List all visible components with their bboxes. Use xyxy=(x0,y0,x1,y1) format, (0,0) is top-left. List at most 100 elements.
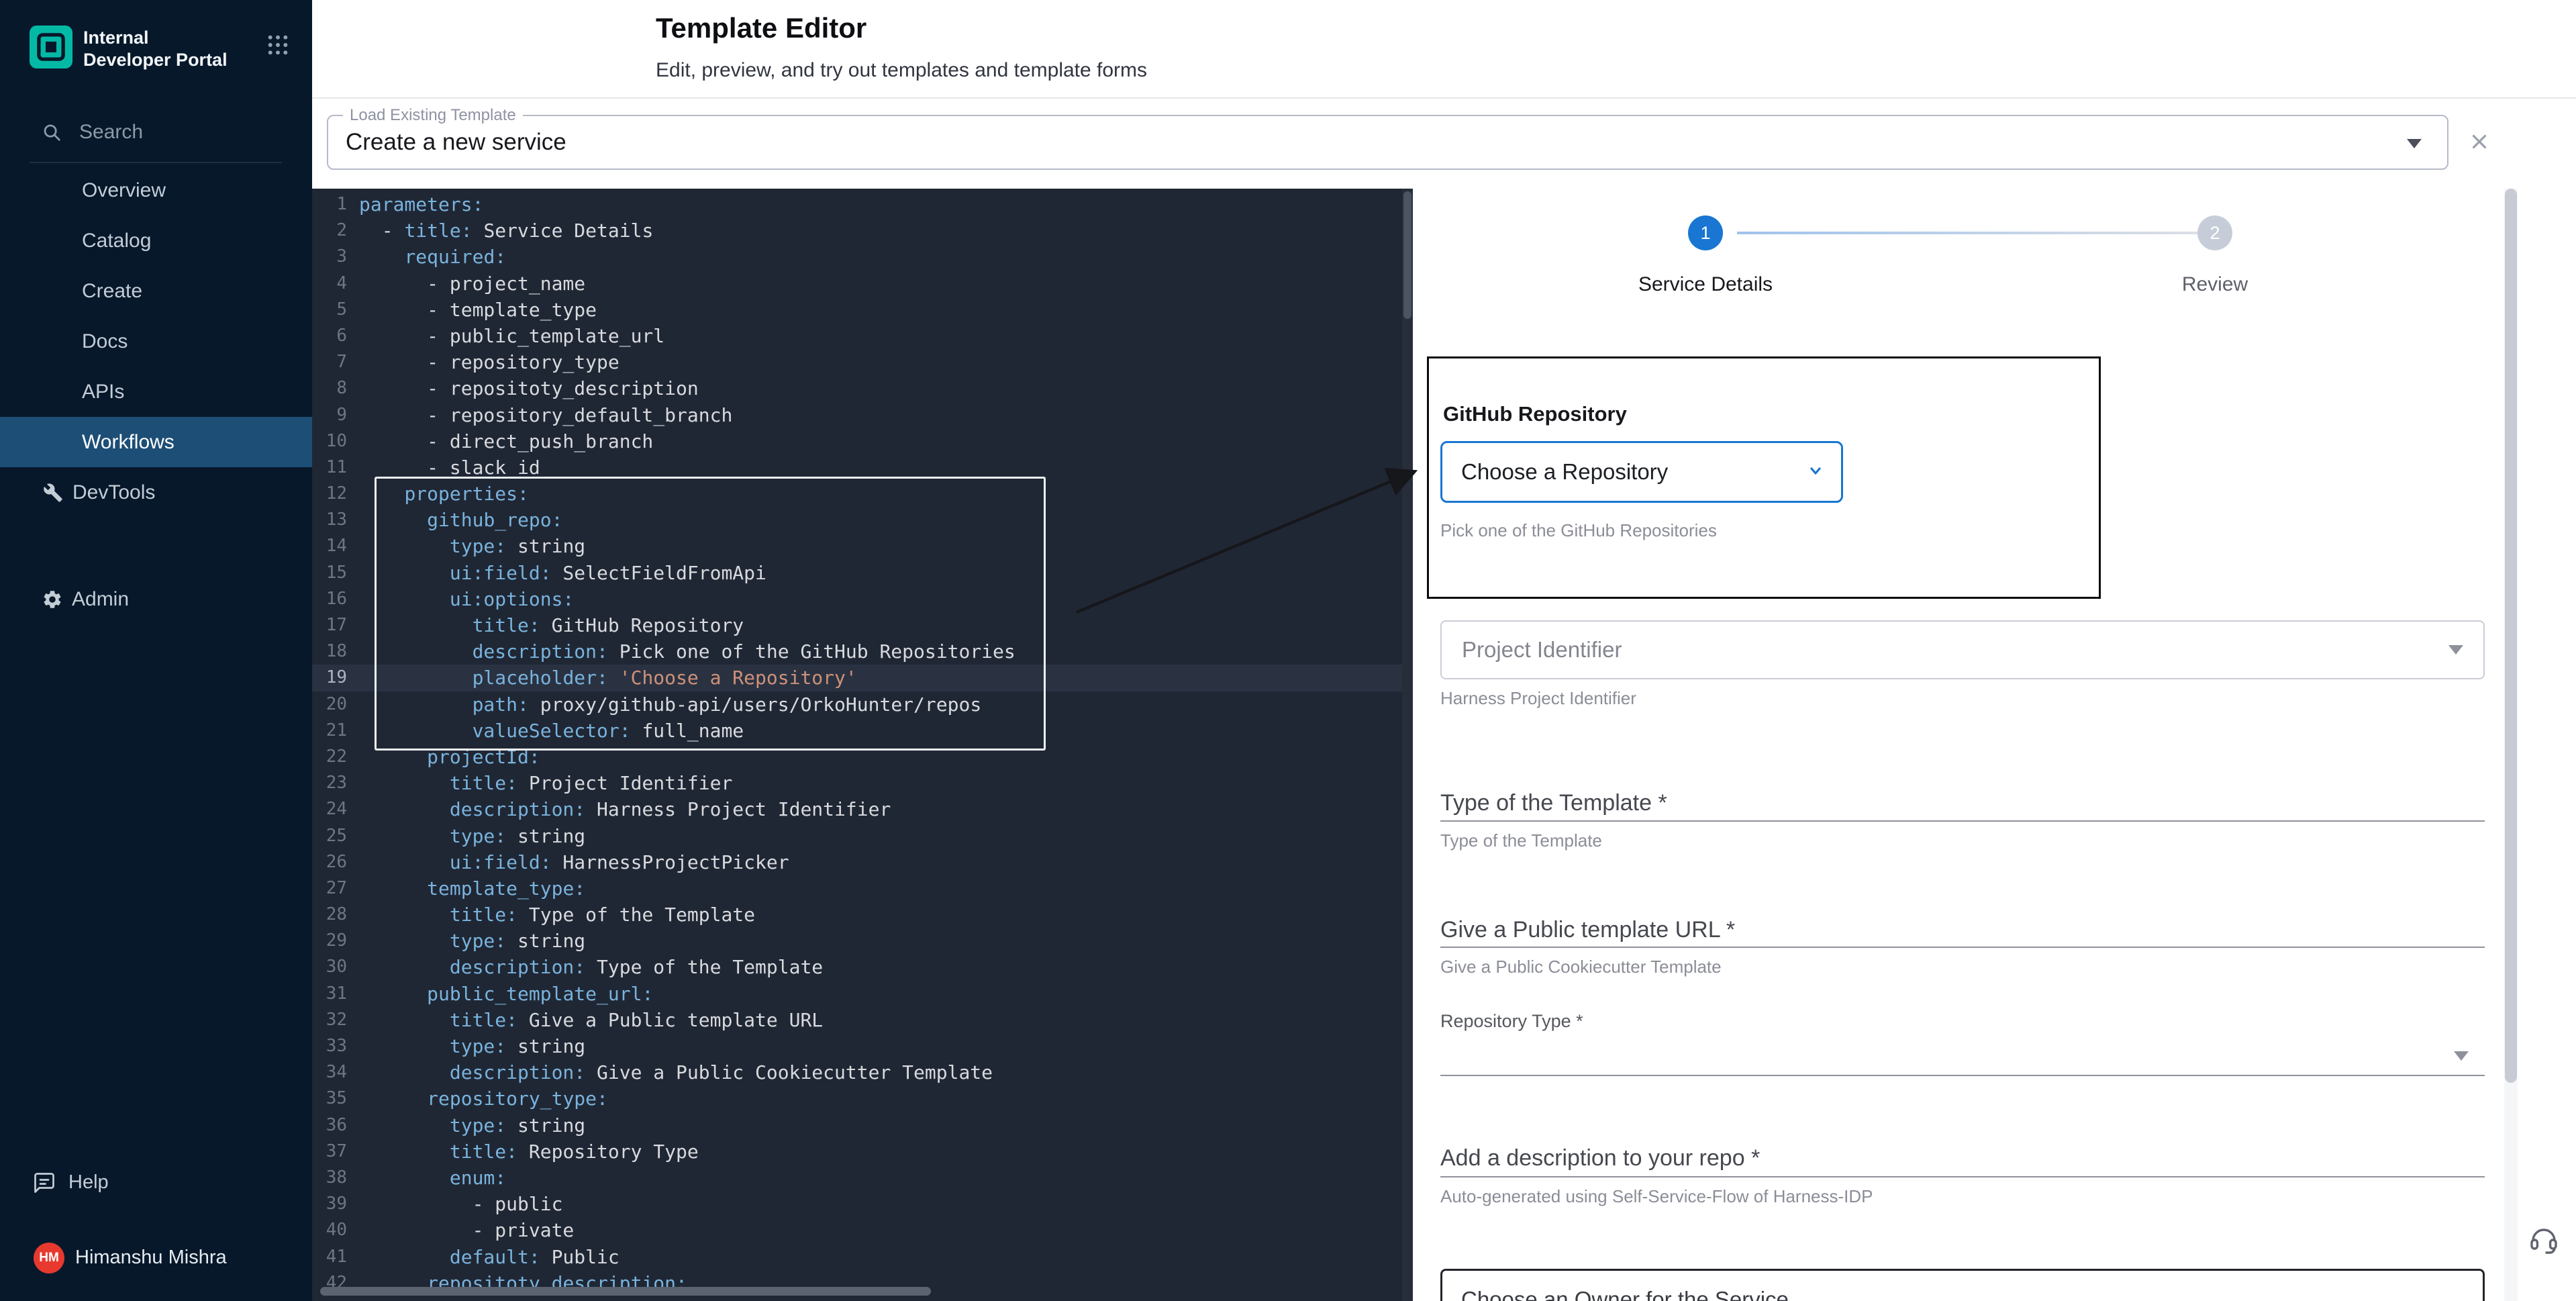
line-number: 2 xyxy=(312,218,347,244)
repo-description-helper: Auto-generated using Self-Service-Flow o… xyxy=(1440,1186,1873,1207)
line-code: - repositoty_description xyxy=(347,375,699,401)
sidebar-item-catalog[interactable]: Catalog xyxy=(0,215,312,266)
load-template-select[interactable]: Load Existing Template Create a new serv… xyxy=(327,115,2448,170)
line-number: 26 xyxy=(312,849,347,875)
code-lines: 1parameters:2 - title: Service Details3 … xyxy=(312,189,1402,1301)
stepper-connector xyxy=(1737,232,2199,234)
sidebar-search[interactable]: Search xyxy=(0,112,312,152)
line-number: 18 xyxy=(312,638,347,665)
close-icon[interactable] xyxy=(2467,130,2491,157)
line-code: title: Give a Public template URL xyxy=(347,1007,823,1033)
help-label: Help xyxy=(68,1171,109,1194)
code-line: 22 projectId: xyxy=(312,744,1402,770)
headset-icon[interactable] xyxy=(2528,1223,2560,1259)
avatar: HM xyxy=(34,1243,64,1273)
line-code: valueSelector: full_name xyxy=(347,718,744,744)
code-line: 37 title: Repository Type xyxy=(312,1139,1402,1165)
step-2-indicator[interactable]: 2 xyxy=(2197,215,2232,250)
code-line: 18 description: Pick one of the GitHub R… xyxy=(312,638,1402,665)
code-line: 20 path: proxy/github-api/users/OrkoHunt… xyxy=(312,691,1402,718)
line-number: 6 xyxy=(312,323,347,349)
line-code: template_type: xyxy=(347,875,585,902)
line-code: repository_type: xyxy=(347,1086,608,1112)
code-line: 29 type: string xyxy=(312,928,1402,954)
line-code: title: Type of the Template xyxy=(347,902,755,928)
page-title: Template Editor xyxy=(656,12,866,44)
chevron-down-icon xyxy=(1805,460,1826,485)
apps-grid-icon[interactable] xyxy=(266,34,289,60)
sidebar-item-label: Overview xyxy=(82,179,166,202)
user-menu[interactable]: HM Himanshu Mishra xyxy=(0,1233,312,1283)
help-button[interactable]: Help xyxy=(0,1157,312,1208)
user-name: Himanshu Mishra xyxy=(75,1247,227,1269)
code-line: 30 description: Type of the Template xyxy=(312,954,1402,980)
sidebar-item-admin[interactable]: Admin xyxy=(0,574,312,624)
line-number: 35 xyxy=(312,1086,347,1112)
editor-vertical-scrollbar-thumb[interactable] xyxy=(1403,191,1411,319)
code-line: 16 ui:options: xyxy=(312,586,1402,612)
editor-vertical-scrollbar[interactable] xyxy=(1402,189,1413,1301)
sidebar-item-apis[interactable]: APIs xyxy=(0,367,312,417)
editor-horizontal-scrollbar-thumb[interactable] xyxy=(320,1287,931,1296)
harness-idp-logo-icon xyxy=(30,26,72,68)
repo-description-input[interactable] xyxy=(1440,1176,2485,1177)
github-repository-select[interactable]: Choose a Repository xyxy=(1440,441,1843,503)
line-code: path: proxy/github-api/users/OrkoHunter/… xyxy=(347,691,981,718)
line-number: 4 xyxy=(312,271,347,297)
line-number: 14 xyxy=(312,533,347,559)
repository-type-select[interactable] xyxy=(1440,1075,2485,1076)
form-preview: 1 2 Service Details Review GitHub Reposi… xyxy=(1413,189,2576,1301)
line-number: 39 xyxy=(312,1191,347,1217)
code-line: 14 type: string xyxy=(312,533,1402,559)
line-code: projectId: xyxy=(347,744,540,770)
sidebar-item-docs[interactable]: Docs xyxy=(0,316,312,367)
code-line: 24 description: Harness Project Identifi… xyxy=(312,796,1402,822)
code-line: 21 valueSelector: full_name xyxy=(312,718,1402,744)
line-code: title: GitHub Repository xyxy=(347,612,744,638)
code-line: 35 repository_type: xyxy=(312,1086,1402,1112)
sidebar: Internal Developer Portal Search Overvie… xyxy=(0,0,312,1301)
github-repository-helper: Pick one of the GitHub Repositories xyxy=(1440,520,1717,541)
template-type-label: Type of the Template * xyxy=(1440,790,1667,816)
sidebar-item-overview[interactable]: Overview xyxy=(0,165,312,215)
line-number: 25 xyxy=(312,823,347,849)
line-code: placeholder: 'Choose a Repository' xyxy=(347,665,857,691)
app-title: Internal Developer Portal xyxy=(83,27,239,71)
template-type-helper: Type of the Template xyxy=(1440,830,1602,851)
public-template-url-label: Give a Public template URL * xyxy=(1440,917,1735,943)
sidebar-item-workflows[interactable]: Workflows xyxy=(0,417,312,467)
page-scrollbar-thumb[interactable] xyxy=(2505,189,2517,1083)
page-scrollbar[interactable] xyxy=(2504,189,2518,1301)
line-code: - slack_id xyxy=(347,454,540,481)
owner-select[interactable]: Choose an Owner for the Service xyxy=(1440,1269,2485,1301)
line-number: 29 xyxy=(312,928,347,954)
line-code: parameters: xyxy=(347,191,483,218)
code-line: 32 title: Give a Public template URL xyxy=(312,1007,1402,1033)
line-number: 24 xyxy=(312,796,347,822)
public-template-url-input[interactable] xyxy=(1440,947,2485,948)
line-code: public_template_url: xyxy=(347,981,653,1007)
code-editor[interactable]: 1parameters:2 - title: Service Details3 … xyxy=(312,189,1413,1301)
github-repository-value: Choose a Repository xyxy=(1461,459,1668,485)
line-code: github_repo: xyxy=(347,507,562,533)
line-code: description: Harness Project Identifier xyxy=(347,796,891,822)
sidebar-item-create[interactable]: Create xyxy=(0,266,312,316)
code-line: 41 default: Public xyxy=(312,1244,1402,1270)
line-code: description: Pick one of the GitHub Repo… xyxy=(347,638,1015,665)
line-code: - direct_push_branch xyxy=(347,428,653,454)
step-1-indicator[interactable]: 1 xyxy=(1688,215,1723,250)
load-template-value: Create a new service xyxy=(346,129,566,156)
line-code: description: Give a Public Cookiecutter … xyxy=(347,1059,993,1086)
line-code: ui:field: SelectFieldFromApi xyxy=(347,560,766,586)
code-line: 15 ui:field: SelectFieldFromApi xyxy=(312,560,1402,586)
template-type-input[interactable] xyxy=(1440,820,2485,822)
code-line: 31 public_template_url: xyxy=(312,981,1402,1007)
sidebar-item-devtools[interactable]: DevTools xyxy=(0,467,312,518)
dropdown-caret-icon xyxy=(2448,645,2463,655)
line-number: 1 xyxy=(312,191,347,218)
code-line: 17 title: GitHub Repository xyxy=(312,612,1402,638)
line-code: type: string xyxy=(347,928,585,954)
code-line: 7 - repository_type xyxy=(312,349,1402,375)
project-identifier-select[interactable]: Project Identifier xyxy=(1440,620,2485,679)
search-label: Search xyxy=(79,121,143,144)
